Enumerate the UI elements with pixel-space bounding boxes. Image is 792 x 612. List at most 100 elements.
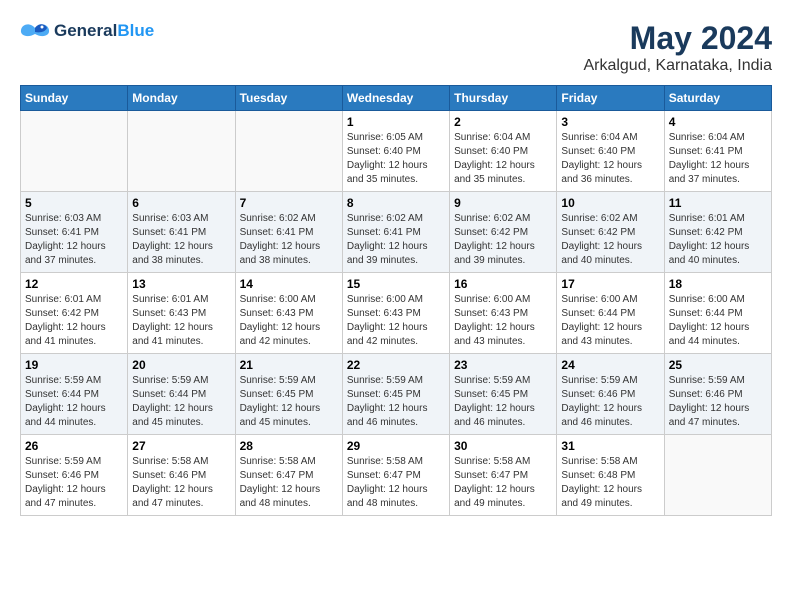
day-info: Sunrise: 5:59 AM Sunset: 6:45 PM Dayligh… xyxy=(347,374,445,430)
day-info: Sunrise: 5:59 AM Sunset: 6:44 PM Dayligh… xyxy=(132,374,230,430)
header-thursday: Thursday xyxy=(450,86,557,111)
table-row: 31 Sunrise: 5:58 AM Sunset: 6:48 PM Dayli… xyxy=(557,435,664,516)
day-info: Sunrise: 5:59 AM Sunset: 6:45 PM Dayligh… xyxy=(454,374,552,430)
day-info: Sunrise: 6:00 AM Sunset: 6:44 PM Dayligh… xyxy=(669,293,767,349)
day-info: Sunrise: 5:58 AM Sunset: 6:47 PM Dayligh… xyxy=(240,455,338,511)
table-row: 15Sunrise: 6:00 AM Sunset: 6:43 PM Dayli… xyxy=(342,273,449,354)
calendar-row-2: 12 Sunrise: 6:01 AM Sunset: 6:42 PM Dayli… xyxy=(21,273,772,354)
calendar-row-0: 1 Sunrise: 6:05 AM Sunset: 6:40 PM Daylig… xyxy=(21,111,772,192)
day-number: 6 xyxy=(132,196,230,210)
table-row: 30Sunrise: 5:58 AM Sunset: 6:47 PM Dayli… xyxy=(450,435,557,516)
table-row: 1 Sunrise: 6:05 AM Sunset: 6:40 PM Daylig… xyxy=(342,111,449,192)
day-number: 25 xyxy=(669,358,767,372)
day-number: 11 xyxy=(669,196,767,210)
table-row: 20 Sunrise: 5:59 AM Sunset: 6:44 PM Dayli… xyxy=(128,354,235,435)
day-number: 20 xyxy=(132,358,230,372)
day-number: 1 xyxy=(347,115,445,129)
day-number: 21 xyxy=(240,358,338,372)
day-number: 12 xyxy=(25,277,123,291)
calendar-table: Sunday Monday Tuesday Wednesday Thursday… xyxy=(20,85,772,516)
logo-bird-icon xyxy=(20,20,50,42)
table-row: 23 Sunrise: 5:59 AM Sunset: 6:45 PM Dayli… xyxy=(450,354,557,435)
table-row: 25 Sunrise: 5:59 AM Sunset: 6:46 PM Dayli… xyxy=(664,354,771,435)
header-friday: Friday xyxy=(557,86,664,111)
day-info: Sunrise: 6:01 AM Sunset: 6:42 PM Dayligh… xyxy=(669,212,767,268)
calendar-header-row: Sunday Monday Tuesday Wednesday Thursday… xyxy=(21,86,772,111)
calendar-row-1: 5 Sunrise: 6:03 AM Sunset: 6:41 PM Daylig… xyxy=(21,192,772,273)
table-row: 9Sunrise: 6:02 AM Sunset: 6:42 PM Daylig… xyxy=(450,192,557,273)
table-row: 4 Sunrise: 6:04 AM Sunset: 6:41 PM Daylig… xyxy=(664,111,771,192)
day-info: Sunrise: 6:00 AM Sunset: 6:43 PM Dayligh… xyxy=(454,293,552,349)
day-info: Sunrise: 6:02 AM Sunset: 6:42 PM Dayligh… xyxy=(561,212,659,268)
day-number: 19 xyxy=(25,358,123,372)
table-row: 6 Sunrise: 6:03 AM Sunset: 6:41 PM Daylig… xyxy=(128,192,235,273)
day-info: Sunrise: 6:04 AM Sunset: 6:40 PM Dayligh… xyxy=(454,131,552,187)
table-row: 8 Sunrise: 6:02 AM Sunset: 6:41 PM Daylig… xyxy=(342,192,449,273)
day-number: 22 xyxy=(347,358,445,372)
day-info: Sunrise: 5:59 AM Sunset: 6:44 PM Dayligh… xyxy=(25,374,123,430)
table-row: 5 Sunrise: 6:03 AM Sunset: 6:41 PM Daylig… xyxy=(21,192,128,273)
day-number: 31 xyxy=(561,439,659,453)
page-title: May 2024 xyxy=(583,20,772,57)
header-sunday: Sunday xyxy=(21,86,128,111)
table-row: 24 Sunrise: 5:59 AM Sunset: 6:46 PM Dayli… xyxy=(557,354,664,435)
day-number: 7 xyxy=(240,196,338,210)
day-number: 18 xyxy=(669,277,767,291)
day-number: 27 xyxy=(132,439,230,453)
day-info: Sunrise: 6:04 AM Sunset: 6:41 PM Dayligh… xyxy=(669,131,767,187)
table-row: 3 Sunrise: 6:04 AM Sunset: 6:40 PM Daylig… xyxy=(557,111,664,192)
header-monday: Monday xyxy=(128,86,235,111)
table-row: 10 Sunrise: 6:02 AM Sunset: 6:42 PM Dayli… xyxy=(557,192,664,273)
day-info: Sunrise: 5:58 AM Sunset: 6:46 PM Dayligh… xyxy=(132,455,230,511)
day-info: Sunrise: 6:00 AM Sunset: 6:44 PM Dayligh… xyxy=(561,293,659,349)
day-number: 23 xyxy=(454,358,552,372)
table-row: 2 Sunrise: 6:04 AM Sunset: 6:40 PM Daylig… xyxy=(450,111,557,192)
table-row: 12 Sunrise: 6:01 AM Sunset: 6:42 PM Dayli… xyxy=(21,273,128,354)
day-number: 2 xyxy=(454,115,552,129)
table-row xyxy=(128,111,235,192)
day-info: Sunrise: 5:59 AM Sunset: 6:46 PM Dayligh… xyxy=(669,374,767,430)
table-row xyxy=(21,111,128,192)
day-number: 4 xyxy=(669,115,767,129)
day-number: 3 xyxy=(561,115,659,129)
day-info: Sunrise: 6:00 AM Sunset: 6:43 PM Dayligh… xyxy=(240,293,338,349)
day-info: Sunrise: 6:02 AM Sunset: 6:41 PM Dayligh… xyxy=(347,212,445,268)
calendar-row-3: 19 Sunrise: 5:59 AM Sunset: 6:44 PM Dayli… xyxy=(21,354,772,435)
day-info: Sunrise: 6:00 AM Sunset: 6:43 PM Dayligh… xyxy=(347,293,445,349)
table-row: 28 Sunrise: 5:58 AM Sunset: 6:47 PM Dayli… xyxy=(235,435,342,516)
calendar-row-4: 26 Sunrise: 5:59 AM Sunset: 6:46 PM Dayli… xyxy=(21,435,772,516)
title-section: May 2024 Arkalgud, Karnataka, India xyxy=(583,20,772,75)
table-row: 14 Sunrise: 6:00 AM Sunset: 6:43 PM Dayli… xyxy=(235,273,342,354)
day-info: Sunrise: 5:59 AM Sunset: 6:46 PM Dayligh… xyxy=(25,455,123,511)
day-number: 8 xyxy=(347,196,445,210)
logo-text: GeneralBlue xyxy=(54,21,154,41)
day-number: 24 xyxy=(561,358,659,372)
table-row: 13Sunrise: 6:01 AM Sunset: 6:43 PM Dayli… xyxy=(128,273,235,354)
day-info: Sunrise: 6:03 AM Sunset: 6:41 PM Dayligh… xyxy=(25,212,123,268)
logo-blue: Blue xyxy=(117,21,154,40)
day-info: Sunrise: 5:58 AM Sunset: 6:47 PM Dayligh… xyxy=(347,455,445,511)
day-number: 10 xyxy=(561,196,659,210)
table-row: 22 Sunrise: 5:59 AM Sunset: 6:45 PM Dayli… xyxy=(342,354,449,435)
day-info: Sunrise: 6:05 AM Sunset: 6:40 PM Dayligh… xyxy=(347,131,445,187)
day-info: Sunrise: 6:04 AM Sunset: 6:40 PM Dayligh… xyxy=(561,131,659,187)
table-row xyxy=(235,111,342,192)
day-number: 28 xyxy=(240,439,338,453)
day-info: Sunrise: 6:03 AM Sunset: 6:41 PM Dayligh… xyxy=(132,212,230,268)
day-info: Sunrise: 5:59 AM Sunset: 6:45 PM Dayligh… xyxy=(240,374,338,430)
day-info: Sunrise: 6:02 AM Sunset: 6:41 PM Dayligh… xyxy=(240,212,338,268)
table-row: 19 Sunrise: 5:59 AM Sunset: 6:44 PM Dayli… xyxy=(21,354,128,435)
day-number: 5 xyxy=(25,196,123,210)
day-number: 14 xyxy=(240,277,338,291)
day-number: 16 xyxy=(454,277,552,291)
day-info: Sunrise: 6:01 AM Sunset: 6:42 PM Dayligh… xyxy=(25,293,123,349)
table-row: 29Sunrise: 5:58 AM Sunset: 6:47 PM Dayli… xyxy=(342,435,449,516)
day-number: 13 xyxy=(132,277,230,291)
day-info: Sunrise: 5:59 AM Sunset: 6:46 PM Dayligh… xyxy=(561,374,659,430)
day-info: Sunrise: 5:58 AM Sunset: 6:48 PM Dayligh… xyxy=(561,455,659,511)
day-info: Sunrise: 5:58 AM Sunset: 6:47 PM Dayligh… xyxy=(454,455,552,511)
day-number: 26 xyxy=(25,439,123,453)
table-row: 21 Sunrise: 5:59 AM Sunset: 6:45 PM Dayli… xyxy=(235,354,342,435)
table-row: 11 Sunrise: 6:01 AM Sunset: 6:42 PM Dayli… xyxy=(664,192,771,273)
table-row: 7 Sunrise: 6:02 AM Sunset: 6:41 PM Daylig… xyxy=(235,192,342,273)
